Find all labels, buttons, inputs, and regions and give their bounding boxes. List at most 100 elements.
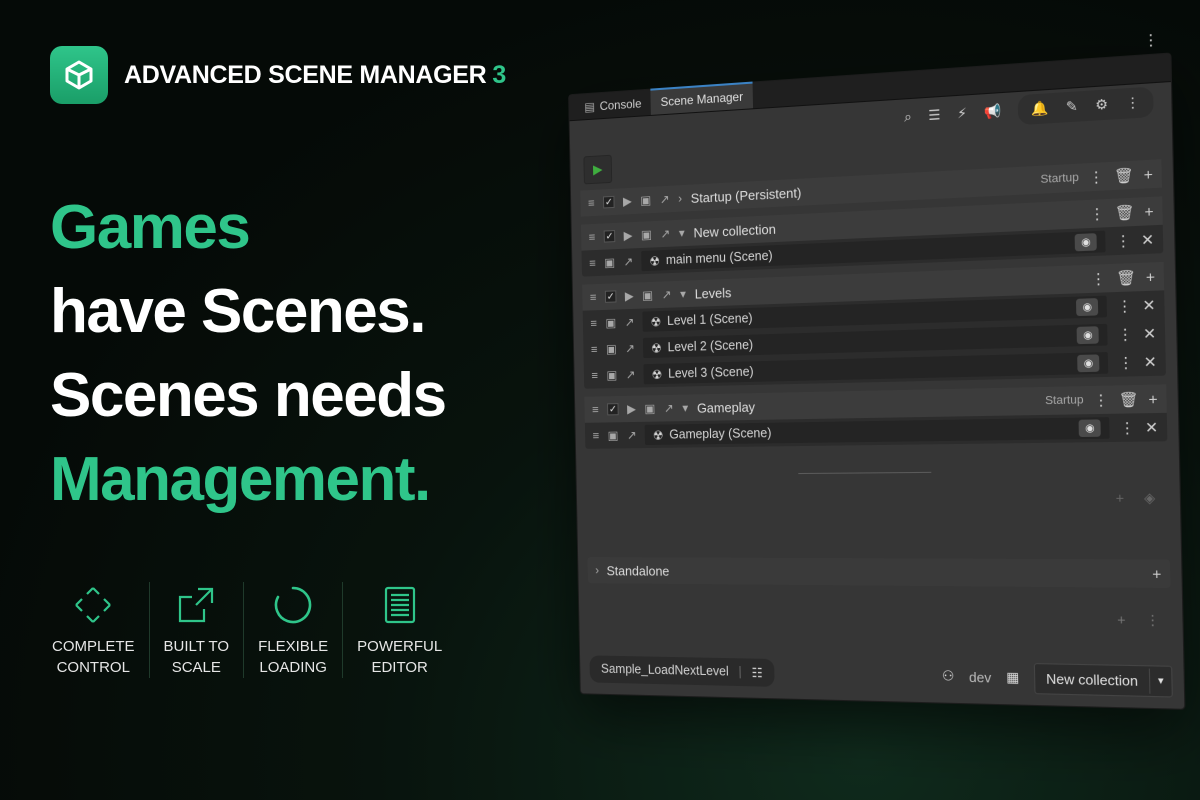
chevron-down-icon[interactable]: ▾: [682, 401, 688, 415]
close-icon[interactable]: ✕: [1143, 324, 1156, 343]
feature-label: FLEXIBLE LOADING: [258, 638, 329, 676]
gear-icon[interactable]: ⚙: [1095, 96, 1108, 114]
open-scene-icon[interactable]: ▣: [640, 193, 651, 208]
scene-field[interactable]: ☢ Gameplay (Scene) ◉: [644, 417, 1110, 446]
layers-icon[interactable]: ◈: [1144, 490, 1156, 508]
external-link-icon[interactable]: ↗: [626, 367, 636, 381]
eye-icon[interactable]: ◉: [1076, 326, 1100, 345]
checkbox[interactable]: ✓: [603, 195, 615, 209]
external-link-icon[interactable]: ↗: [625, 341, 635, 355]
megaphone-icon[interactable]: 📢: [984, 103, 1002, 121]
brand-title: ADVANCED SCENE MANAGER: [124, 60, 487, 89]
more-icon[interactable]: ⋮: [1091, 269, 1107, 288]
lightning-icon[interactable]: ⚡: [957, 105, 967, 123]
external-link-icon[interactable]: ↗: [623, 254, 633, 269]
more-icon[interactable]: ⋮: [1125, 94, 1140, 112]
external-link-icon[interactable]: ↗: [662, 287, 672, 302]
drag-handle-icon[interactable]: ≡: [588, 196, 595, 210]
open-scene-icon[interactable]: ▣: [608, 428, 619, 442]
trash-icon[interactable]: 🗑: [1115, 203, 1135, 222]
eye-icon[interactable]: ◉: [1076, 298, 1099, 317]
standalone-actions: + ⋮: [1117, 611, 1160, 629]
play-icon[interactable]: ▶: [627, 402, 636, 416]
close-icon[interactable]: ✕: [1142, 296, 1155, 315]
drag-handle-icon[interactable]: ≡: [589, 230, 596, 244]
drag-handle-icon[interactable]: ≡: [592, 403, 599, 417]
unity-scene-icon: ☢: [650, 314, 662, 330]
more-icon[interactable]: ⋮: [1117, 296, 1133, 315]
play-icon[interactable]: ▶: [625, 289, 634, 303]
drag-handle-icon[interactable]: ≡: [590, 290, 597, 304]
add-icon[interactable]: +: [1146, 268, 1155, 286]
checkbox[interactable]: ✓: [604, 290, 617, 303]
open-scene-icon[interactable]: ▣: [642, 288, 653, 303]
open-scene-icon[interactable]: ▣: [606, 342, 617, 356]
trash-icon[interactable]: 🗑: [1116, 268, 1136, 287]
add-icon[interactable]: +: [1152, 565, 1162, 583]
drag-handle-icon[interactable]: ≡: [592, 429, 599, 443]
profile-selector[interactable]: Sample_LoadNextLevel | ☷: [589, 654, 775, 687]
checkbox[interactable]: ✓: [607, 403, 619, 416]
more-icon[interactable]: ⋮: [1115, 231, 1131, 250]
new-collection-button[interactable]: New collection ▾: [1033, 662, 1173, 697]
edit-icon[interactable]: ✎: [1066, 98, 1078, 116]
play-icon[interactable]: ▶: [624, 228, 633, 243]
external-link-icon[interactable]: ↗: [660, 226, 670, 241]
checkbox[interactable]: ✓: [603, 230, 616, 243]
trash-icon[interactable]: 🗑: [1114, 166, 1134, 185]
add-icon[interactable]: +: [1143, 165, 1152, 183]
add-icon[interactable]: +: [1144, 202, 1153, 220]
tab-console[interactable]: ▤ Console: [575, 91, 652, 120]
more-icon[interactable]: ⋮: [1089, 204, 1105, 223]
more-icon[interactable]: ⋮: [1117, 325, 1133, 344]
document-list-icon: [377, 582, 423, 628]
open-scene-icon[interactable]: ▣: [605, 316, 616, 330]
more-icon[interactable]: ⋮: [1145, 612, 1160, 630]
drag-handle-icon[interactable]: ≡: [590, 316, 597, 330]
bell-icon[interactable]: 🔔: [1031, 100, 1049, 118]
external-link-icon[interactable]: ↗: [664, 401, 674, 415]
eye-icon[interactable]: ◉: [1074, 233, 1098, 252]
drag-handle-icon[interactable]: ≡: [591, 368, 598, 382]
standalone-section[interactable]: › Standalone +: [587, 557, 1171, 588]
play-button[interactable]: ▶: [583, 154, 613, 185]
more-icon[interactable]: ⋮: [1093, 391, 1109, 410]
checklist-icon[interactable]: ☷: [751, 664, 762, 680]
hierarchy-icon[interactable]: ⚇: [942, 668, 955, 685]
close-icon[interactable]: ✕: [1141, 230, 1154, 249]
chevron-down-icon[interactable]: ▾: [680, 287, 686, 301]
add-icon[interactable]: +: [1148, 390, 1157, 408]
drag-handle-icon[interactable]: ≡: [591, 342, 598, 356]
scene-name: main menu (Scene): [665, 248, 773, 268]
external-link-icon[interactable]: ↗: [627, 428, 637, 442]
eye-icon[interactable]: ◉: [1078, 419, 1102, 438]
more-icon[interactable]: ⋮: [1118, 353, 1134, 372]
open-scene-icon[interactable]: ▣: [604, 255, 615, 270]
collection-actions: + ◈: [1116, 490, 1156, 508]
eye-icon[interactable]: ◉: [1077, 354, 1100, 373]
drag-handle-icon[interactable]: ≡: [589, 256, 596, 270]
open-scene-icon[interactable]: ▣: [641, 227, 652, 242]
add-icon[interactable]: +: [1117, 611, 1126, 629]
close-icon[interactable]: ✕: [1143, 352, 1156, 371]
external-link-icon[interactable]: ↗: [660, 192, 670, 207]
more-icon[interactable]: ⋮: [1119, 418, 1135, 437]
open-scene-icon[interactable]: ▣: [606, 368, 617, 382]
open-scene-icon[interactable]: ▣: [644, 401, 655, 415]
build-icon[interactable]: ▦: [1006, 669, 1020, 686]
chevron-down-icon[interactable]: ▾: [679, 226, 685, 241]
divider: [798, 471, 932, 475]
trash-icon[interactable]: 🗑: [1119, 390, 1139, 409]
add-icon[interactable]: +: [1116, 490, 1125, 507]
external-link-icon[interactable]: ↗: [625, 315, 635, 329]
play-icon[interactable]: ▶: [623, 194, 632, 209]
window-menu-icon[interactable]: ⋮: [1143, 30, 1159, 50]
more-icon[interactable]: ⋮: [1089, 167, 1105, 186]
search-icon[interactable]: ⌕: [904, 108, 912, 125]
chevron-down-icon[interactable]: ▾: [1148, 668, 1172, 694]
close-icon[interactable]: ✕: [1145, 418, 1158, 437]
list-icon[interactable]: ☰: [928, 107, 941, 125]
collection-name: Levels: [694, 284, 732, 302]
chevron-right-icon[interactable]: ›: [595, 563, 599, 577]
chevron-right-icon[interactable]: ›: [678, 191, 682, 205]
